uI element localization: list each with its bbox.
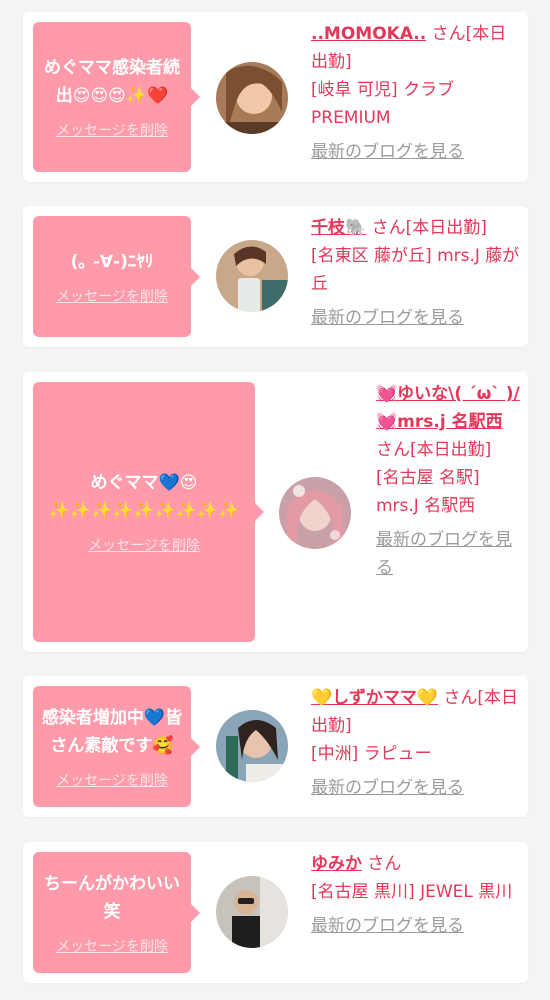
message-text: めぐママ💙😍 ✨✨✨✨✨✨✨✨✨	[48, 473, 240, 521]
latest-blog-link[interactable]: 最新のブログを見る	[311, 774, 521, 802]
message-card: (｡ -∀-)ﾆﾔﾘ メッセージを削除 千枝🐘 さん[本日出勤] [名東区 藤が…	[23, 206, 528, 347]
latest-blog-link[interactable]: 最新のブログを見る	[311, 138, 516, 166]
message-bubble: めぐママ💙😍 ✨✨✨✨✨✨✨✨✨ メッセージを削除	[33, 382, 264, 642]
delete-message-link[interactable]: メッセージを削除	[56, 286, 168, 306]
shop-text: [岐阜 可児] クラブPREMIUM	[311, 80, 455, 128]
girl-name-link[interactable]: ゆみか	[311, 854, 362, 874]
delete-message-link[interactable]: メッセージを削除	[56, 120, 168, 140]
message-text: めぐママ感染者続出😍😍😍✨❤️	[44, 58, 180, 106]
message-bubble: 感染者増加中💙皆さん素敵です🥰 メッセージを削除	[33, 686, 200, 807]
message-text: 感染者増加中💙皆さん素敵です🥰	[41, 707, 183, 756]
profile-info: 💓ゆいな\( ´ω` )/💓mrs.j 名駅西 さん[本日出勤] [名古屋 名駅…	[376, 380, 521, 582]
profile-info: ゆみか さん [名古屋 黒川] JEWEL 黒川 最新のブログを見る	[311, 850, 521, 940]
avatar[interactable]	[216, 62, 288, 134]
profile-info: ..MOMOKA.. さん[本日出勤] [岐阜 可児] クラブPREMIUM 最…	[311, 20, 516, 166]
delete-message-link[interactable]: メッセージを削除	[88, 535, 200, 555]
avatar[interactable]	[279, 477, 351, 549]
message-card: ちーんがかわいい笑 メッセージを削除 ゆみか さん [名古屋 黒川] JEWEL…	[23, 842, 528, 983]
message-text: ちーんがかわいい笑	[44, 873, 180, 922]
message-bubble: ちーんがかわいい笑 メッセージを削除	[33, 852, 200, 973]
delete-message-link[interactable]: メッセージを削除	[56, 936, 168, 956]
shop-text: [名東区 藤が丘] mrs.J 藤が丘	[311, 246, 520, 294]
profile-info: 💛しずかママ💛 さん[本日出勤] [中洲] ラピュー 最新のブログを見る	[311, 684, 521, 802]
message-bubble: (｡ -∀-)ﾆﾔﾘ メッセージを削除	[33, 216, 200, 337]
status-text: さん	[367, 854, 402, 874]
latest-blog-link[interactable]: 最新のブログを見る	[311, 304, 521, 332]
shop-text: [中洲] ラピュー	[311, 744, 432, 764]
message-text: (｡ -∀-)ﾆﾔﾘ	[70, 251, 154, 272]
profile-info: 千枝🐘 さん[本日出勤] [名東区 藤が丘] mrs.J 藤が丘 最新のブログを…	[311, 214, 521, 332]
shop-text: [名古屋 名駅] mrs.J 名駅西	[376, 468, 480, 516]
message-bubble: めぐママ感染者続出😍😍😍✨❤️ メッセージを削除	[33, 22, 200, 172]
message-card: めぐママ💙😍 ✨✨✨✨✨✨✨✨✨ メッセージを削除 💓ゆいな\( ´ω` )/💓…	[23, 372, 528, 652]
delete-message-link[interactable]: メッセージを削除	[56, 770, 168, 790]
avatar[interactable]	[216, 876, 288, 948]
message-card: 感染者増加中💙皆さん素敵です🥰 メッセージを削除 💛しずかママ💛 さん[本日出勤…	[23, 676, 528, 817]
message-card: めぐママ感染者続出😍😍😍✨❤️ メッセージを削除 ..MOMOKA.. さん[本…	[23, 12, 528, 182]
status-text: さん[本日出勤]	[376, 440, 492, 460]
latest-blog-link[interactable]: 最新のブログを見る	[376, 526, 521, 582]
girl-name-link[interactable]: 千枝🐘	[311, 218, 366, 238]
avatar[interactable]	[216, 240, 288, 312]
girl-name-link[interactable]: 💛しずかママ💛	[311, 688, 438, 708]
girl-name-link[interactable]: 💓ゆいな\( ´ω` )/💓mrs.j 名駅西	[376, 384, 520, 432]
avatar[interactable]	[216, 710, 288, 782]
latest-blog-link[interactable]: 最新のブログを見る	[311, 912, 521, 940]
girl-name-link[interactable]: ..MOMOKA..	[311, 24, 426, 44]
shop-text: [名古屋 黒川] JEWEL 黒川	[311, 882, 513, 902]
status-text: さん[本日出勤]	[371, 218, 487, 238]
